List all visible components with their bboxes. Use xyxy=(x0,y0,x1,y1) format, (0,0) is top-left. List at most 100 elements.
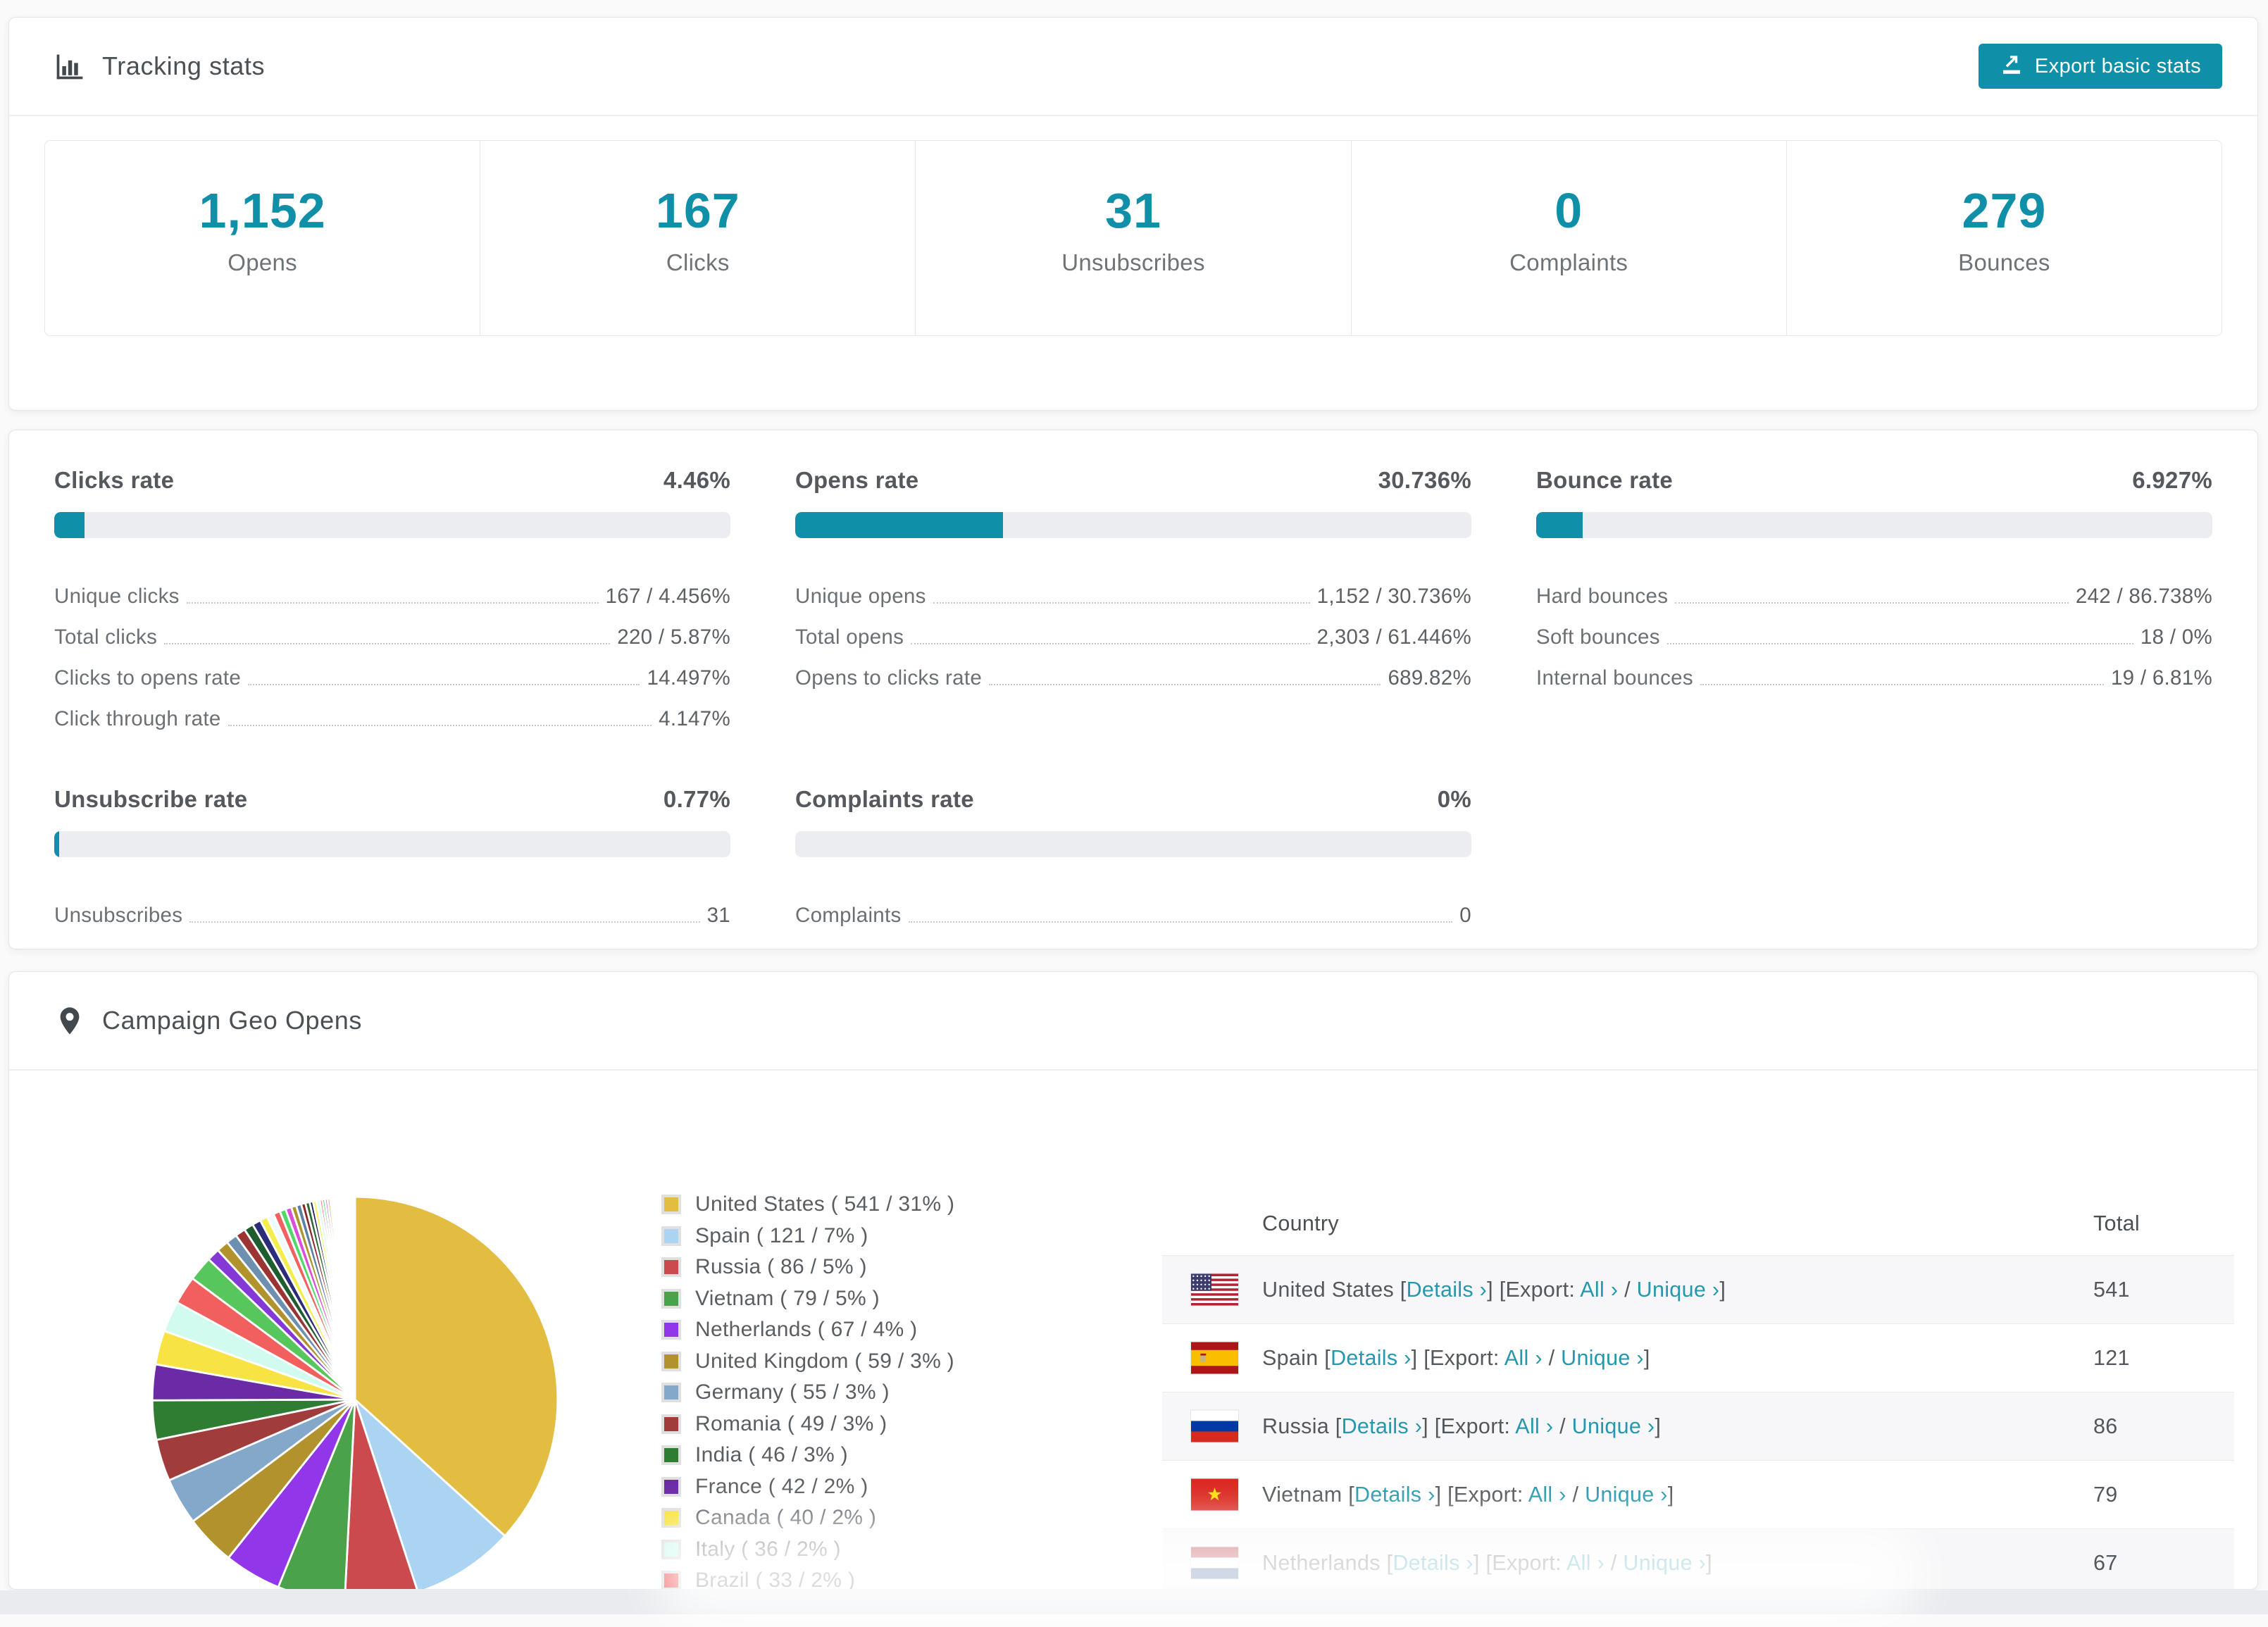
metric-row-click-through-rate: Click through rate 4.147% xyxy=(54,690,730,731)
metric-row-complaints: Complaints 0 xyxy=(795,887,1471,928)
legend-swatch xyxy=(661,1320,681,1340)
geo-title: Campaign Geo Opens xyxy=(102,1006,363,1035)
rate-progress-track xyxy=(54,831,730,857)
metric-value: 220 / 5.87% xyxy=(617,625,730,649)
geo-body: United States ( 541 / 31% ) Spain ( 121 … xyxy=(9,1071,2257,1589)
details-link-united-states[interactable]: Details › xyxy=(1407,1278,1488,1302)
metric-value: 167 / 4.456% xyxy=(605,585,730,608)
dotted-leader xyxy=(989,684,1381,685)
campaign-geo-opens-panel: Campaign Geo Opens United States ( 541 /… xyxy=(8,971,2258,1590)
export-all-link-vietnam[interactable]: All › xyxy=(1528,1483,1566,1507)
dotted-leader xyxy=(248,684,640,685)
legend-label: Russia ( 86 / 5% ) xyxy=(695,1255,867,1279)
country-name: United States xyxy=(1262,1277,1395,1302)
stat-card-bounces: 279 Bounces xyxy=(1787,141,2222,335)
export-all-link-united-states[interactable]: All › xyxy=(1580,1278,1618,1302)
metric-label: Unique opens xyxy=(795,585,926,608)
export-unique-link-russia[interactable]: Unique › xyxy=(1572,1414,1655,1438)
stat-card-complaints: 0 Complaints xyxy=(1352,141,1787,335)
rate-title: Clicks rate xyxy=(54,467,175,493)
country-cell: Russia [Details ›] [Export: All › / Uniq… xyxy=(1262,1414,1662,1438)
legend-label: Spain ( 121 / 7% ) xyxy=(695,1223,868,1247)
rate-progress-fill xyxy=(54,512,85,538)
geo-table-row-united-states: United States [Details ›] [Export: All ›… xyxy=(1162,1255,2234,1323)
legend-label: Germany ( 55 / 3% ) xyxy=(695,1380,890,1404)
rate-header: Bounce rate 6.927% xyxy=(1536,467,2212,494)
metric-row-total-opens: Total opens 2,303 / 61.446% xyxy=(795,609,1471,649)
panel-title: Tracking stats xyxy=(102,51,266,80)
legend-swatch xyxy=(661,1508,681,1528)
legend-item-russia: Russia ( 86 / 5% ) xyxy=(661,1252,954,1283)
country-cell: Vietnam [Details ›] [Export: All › / Uni… xyxy=(1262,1482,1674,1507)
rate-title: Unsubscribe rate xyxy=(54,786,248,812)
metric-row-unsubscribes: Unsubscribes 31 xyxy=(54,887,730,928)
legend-item-united-states: United States ( 541 / 31% ) xyxy=(661,1189,954,1221)
details-link-spain[interactable]: Details › xyxy=(1331,1346,1412,1370)
export-unique-link-spain[interactable]: Unique › xyxy=(1561,1346,1644,1370)
export-unique-link-vietnam[interactable]: Unique › xyxy=(1585,1483,1668,1507)
dotted-leader xyxy=(1666,643,2133,644)
pie-slice-other[interactable] xyxy=(353,1195,356,1401)
legend-swatch xyxy=(661,1226,681,1246)
rate-progress-track xyxy=(54,512,730,538)
rate-header: Clicks rate 4.46% xyxy=(54,467,730,494)
stat-card-opens: 1,152 Opens xyxy=(45,141,481,335)
rate-metrics: Hard bounces 242 / 86.738% Soft bounces … xyxy=(1536,568,2212,690)
rate-progress-track xyxy=(795,512,1471,538)
legend-item-netherlands: Netherlands ( 67 / 4% ) xyxy=(661,1314,954,1346)
total-cell: 86 xyxy=(2093,1414,2118,1438)
flag-icon-vn xyxy=(1191,1478,1238,1511)
rate-metrics: Complaints 0 xyxy=(795,887,1471,928)
country-name: Russia xyxy=(1262,1414,1330,1438)
metric-row-soft-bounces: Soft bounces 18 / 0% xyxy=(1536,609,2212,649)
stat-label: Bounces xyxy=(1958,249,2050,275)
metric-row-total-clicks: Total clicks 220 / 5.87% xyxy=(54,609,730,649)
rate-title: Complaints rate xyxy=(795,786,974,812)
export-unique-link-united-states[interactable]: Unique › xyxy=(1637,1278,1720,1302)
flag-icon-es xyxy=(1191,1342,1238,1374)
legend-label: Romania ( 49 / 3% ) xyxy=(695,1411,887,1435)
legend-swatch xyxy=(661,1288,681,1309)
metric-value: 1,152 / 30.736% xyxy=(1316,585,1471,608)
rate-value: 4.46% xyxy=(663,467,730,493)
export-basic-stats-button[interactable]: Export basic stats xyxy=(1978,44,2222,89)
export-all-link-spain[interactable]: All › xyxy=(1504,1346,1543,1370)
stat-value: 279 xyxy=(1962,183,2047,238)
details-link-vietnam[interactable]: Details › xyxy=(1354,1483,1435,1507)
metric-label: Unsubscribes xyxy=(54,904,183,927)
metric-row-hard-bounces: Hard bounces 242 / 86.738% xyxy=(1536,568,2212,609)
stat-label: Unsubscribes xyxy=(1061,249,1205,275)
stat-label: Complaints xyxy=(1509,249,1628,275)
metric-label: Total clicks xyxy=(54,625,158,649)
rate-value: 0.77% xyxy=(663,786,730,812)
rate-metrics: Unique opens 1,152 / 30.736% Total opens… xyxy=(795,568,1471,690)
metric-row-unique-clicks: Unique clicks 167 / 4.456% xyxy=(54,568,730,609)
country-cell: United States [Details ›] [Export: All ›… xyxy=(1262,1277,1726,1302)
legend-swatch xyxy=(661,1351,681,1371)
rate-metrics: Unsubscribes 31 xyxy=(54,887,730,928)
metric-value: 242 / 86.738% xyxy=(2075,585,2212,608)
legend-label: Vietnam ( 79 / 5% ) xyxy=(695,1286,880,1310)
metric-label: Total opens xyxy=(795,625,904,649)
metric-value: 19 / 6.81% xyxy=(2110,666,2212,690)
export-all-link-russia[interactable]: All › xyxy=(1515,1414,1553,1438)
dotted-leader xyxy=(186,602,599,604)
map-pin-icon xyxy=(54,1005,85,1036)
rate-block-clicks-rate: Clicks rate 4.46% Unique clicks 167 / 4.… xyxy=(54,467,730,731)
details-link-russia[interactable]: Details › xyxy=(1342,1414,1423,1438)
legend-swatch xyxy=(661,1257,681,1278)
total-cell: 121 xyxy=(2093,1345,2130,1370)
geo-table-row-vietnam: Vietnam [Details ›] [Export: All › / Uni… xyxy=(1162,1460,2234,1528)
legend-swatch xyxy=(661,1445,681,1466)
legend-swatch xyxy=(661,1383,681,1403)
legend-swatch xyxy=(661,1414,681,1434)
tracking-stats-body: 1,152 Opens 167 Clicks 31 Unsubscribes 0 Co… xyxy=(9,116,2257,336)
stat-card-unsubscribes: 31 Unsubscribes xyxy=(916,141,1352,335)
rate-progress-fill xyxy=(1536,512,1583,538)
country-cell: Spain [Details ›] [Export: All › / Uniqu… xyxy=(1262,1345,1650,1370)
metric-label: Hard bounces xyxy=(1536,585,1669,608)
dotted-leader xyxy=(933,602,1310,604)
total-cell: 541 xyxy=(2093,1277,2130,1302)
bottom-blur-artifact xyxy=(655,1521,1923,1627)
metric-label: Click through rate xyxy=(54,707,221,730)
